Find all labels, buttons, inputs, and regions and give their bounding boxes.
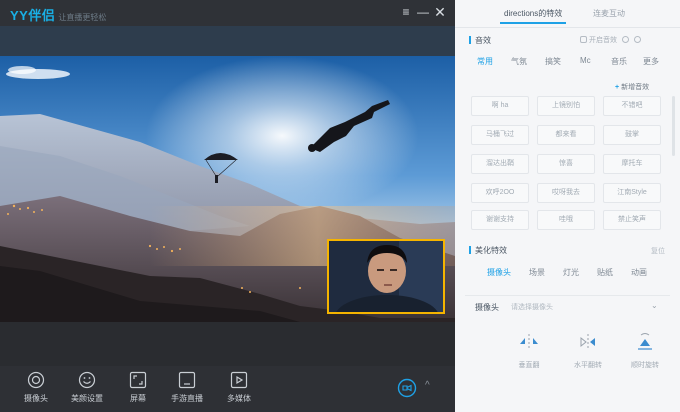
sfx-section-title: 音效 xyxy=(469,35,491,46)
rotate-icon xyxy=(638,333,652,350)
mobile-game-label: 手游直播 xyxy=(171,394,203,403)
minimize-icon[interactable]: — xyxy=(416,4,430,20)
beauty-settings-button[interactable]: 美颜设置 xyxy=(62,371,112,409)
mobile-game-icon xyxy=(178,371,196,389)
panel-tabs: directions的特效 连麦互动 xyxy=(455,0,680,28)
menu-icon[interactable]: ≡ xyxy=(399,4,413,20)
beauty-settings-label: 美颜设置 xyxy=(71,394,103,403)
multimedia-button[interactable]: 多媒体 xyxy=(214,371,264,409)
reset-button[interactable]: 复位 xyxy=(651,246,665,256)
beauty-face-icon xyxy=(78,371,96,389)
sfx-button[interactable]: 江南Style xyxy=(603,183,661,203)
add-sfx-label: 新增音效 xyxy=(621,84,650,91)
beautify-cat-animation[interactable]: 动画 xyxy=(631,267,647,278)
preview-top-band xyxy=(0,26,455,56)
camera-button[interactable]: 摄像头 xyxy=(11,371,61,409)
preview-pane: YY伴侣 让直播更轻松 ≡ — ✕ 摄像头 美颜设置 屏幕 手游直播 多媒体 ^ xyxy=(0,0,455,412)
sfx-button[interactable]: 欢呼2OO xyxy=(471,183,529,203)
tab-effects[interactable]: directions的特效 xyxy=(499,8,567,24)
close-icon[interactable]: ✕ xyxy=(433,4,447,20)
camera-overlay[interactable] xyxy=(327,239,445,314)
sfx-button[interactable]: 不错吧 xyxy=(603,96,661,116)
sfx-button[interactable]: 鼓掌 xyxy=(603,125,661,145)
sfx-title-text: 音效 xyxy=(475,36,491,45)
flip-horizontal-button[interactable]: 水平翻转 xyxy=(563,330,613,380)
screen-capture-icon xyxy=(129,371,147,389)
sfx-cat-funny[interactable]: 搞笑 xyxy=(545,56,561,67)
plus-icon: + xyxy=(615,84,620,91)
logo-text: YY伴侣 xyxy=(10,8,56,23)
app-window: YY伴侣 让直播更轻松 ≡ — ✕ 摄像头 美颜设置 屏幕 手游直播 多媒体 ^… xyxy=(0,0,680,412)
logo-subtitle: 让直播更轻松 xyxy=(58,13,107,22)
sfx-button[interactable]: 哇哦 xyxy=(537,210,595,230)
rotate-label: 顺时旋转 xyxy=(631,362,659,369)
screen-capture-label: 屏幕 xyxy=(130,394,146,403)
sfx-button[interactable]: 哎呀我去 xyxy=(537,183,595,203)
camera-select-row[interactable]: 摄像头 请选择摄像头 ⌄ xyxy=(465,295,670,317)
sfx-button[interactable]: 上镜别怕 xyxy=(537,96,595,116)
sfx-button[interactable]: 啊 ha xyxy=(471,96,529,116)
sfx-enable-checkbox[interactable] xyxy=(580,36,587,43)
section-accent-bar xyxy=(469,36,471,44)
beautify-section-title: 美化特效 xyxy=(469,245,507,256)
app-logo: YY伴侣 让直播更轻松 xyxy=(10,5,106,24)
beautify-cat-camera[interactable]: 摄像头 xyxy=(487,267,511,278)
flip-horizontal-label: 水平翻转 xyxy=(574,362,602,369)
sfx-button[interactable]: 溜达出鞘 xyxy=(471,154,529,174)
tab-connect-mic[interactable]: 连麦互动 xyxy=(593,8,625,19)
sfx-button[interactable]: 惊喜 xyxy=(537,154,595,174)
panel-scrollbar[interactable] xyxy=(672,96,675,156)
chevron-up-icon[interactable]: ^ xyxy=(425,380,430,391)
sfx-cat-atmosphere[interactable]: 气氛 xyxy=(511,56,527,67)
flip-horizontal-icon xyxy=(580,334,595,350)
camera-button-label: 摄像头 xyxy=(24,394,48,403)
preview-bottom-band xyxy=(0,322,455,366)
sfx-cat-mc[interactable]: Mc xyxy=(580,56,591,65)
multimedia-label: 多媒体 xyxy=(227,394,251,403)
sfx-button[interactable]: 摩托车 xyxy=(603,154,661,174)
flip-vertical-label: 垂直翻 xyxy=(518,362,540,369)
sfx-grid: 啊 ha 上镜别怕 不错吧 马桶飞过 都来看 鼓掌 溜达出鞘 惊喜 摩托车 欢呼… xyxy=(471,96,661,230)
camera-select-value: 请选择摄像头 xyxy=(511,304,553,311)
multimedia-icon xyxy=(230,371,248,389)
flip-vertical-icon xyxy=(520,334,538,350)
screen-capture-button[interactable]: 屏幕 xyxy=(113,371,163,409)
beautify-cat-sticker[interactable]: 贴纸 xyxy=(597,267,613,278)
beautify-cat-scene[interactable]: 场景 xyxy=(529,267,545,278)
effects-panel: directions的特效 连麦互动 音效 开启音效 常用 气氛 搞笑 Mc 音… xyxy=(455,0,680,412)
sfx-settings-icon[interactable] xyxy=(634,36,641,43)
sfx-cat-music[interactable]: 音乐 xyxy=(611,56,627,67)
sfx-cat-common[interactable]: 常用 xyxy=(477,56,493,67)
sfx-cat-more[interactable]: 更多 xyxy=(643,56,659,67)
camera-icon xyxy=(27,371,45,389)
sfx-categories: 常用 气氛 搞笑 Mc 音乐 更多 xyxy=(467,56,667,70)
flip-vertical-button[interactable]: 垂直翻 xyxy=(504,330,554,380)
title-bar: YY伴侣 让直播更轻松 ≡ — ✕ xyxy=(0,0,455,26)
sfx-button[interactable]: 谢谢支持 xyxy=(471,210,529,230)
beautify-categories: 摄像头 场景 灯光 贴纸 动画 xyxy=(467,267,667,281)
chevron-down-icon[interactable]: ⌄ xyxy=(651,301,658,310)
beautify-title-text: 美化特效 xyxy=(475,246,507,255)
sfx-button[interactable]: 马桶飞过 xyxy=(471,125,529,145)
bottom-toolbar: 摄像头 美颜设置 屏幕 手游直播 多媒体 xyxy=(0,366,455,412)
sfx-enable-label: 开启音效 xyxy=(589,37,617,44)
section-accent-bar xyxy=(469,246,471,254)
webcam-feed xyxy=(329,241,443,312)
live-broadcast-icon[interactable] xyxy=(397,378,417,398)
sfx-button[interactable]: 都来看 xyxy=(537,125,595,145)
camera-select-label: 摄像头 xyxy=(475,303,499,312)
sfx-button[interactable]: 禁止笑声 xyxy=(603,210,661,230)
mobile-game-button[interactable]: 手游直播 xyxy=(162,371,212,409)
beautify-cat-light[interactable]: 灯光 xyxy=(563,267,579,278)
sfx-volume-icon[interactable] xyxy=(622,36,629,43)
sfx-options: 开启音效 xyxy=(580,35,641,45)
add-sfx-button[interactable]: + 新增音效 xyxy=(615,82,649,92)
rotate-button[interactable]: 顺时旋转 xyxy=(620,330,670,380)
